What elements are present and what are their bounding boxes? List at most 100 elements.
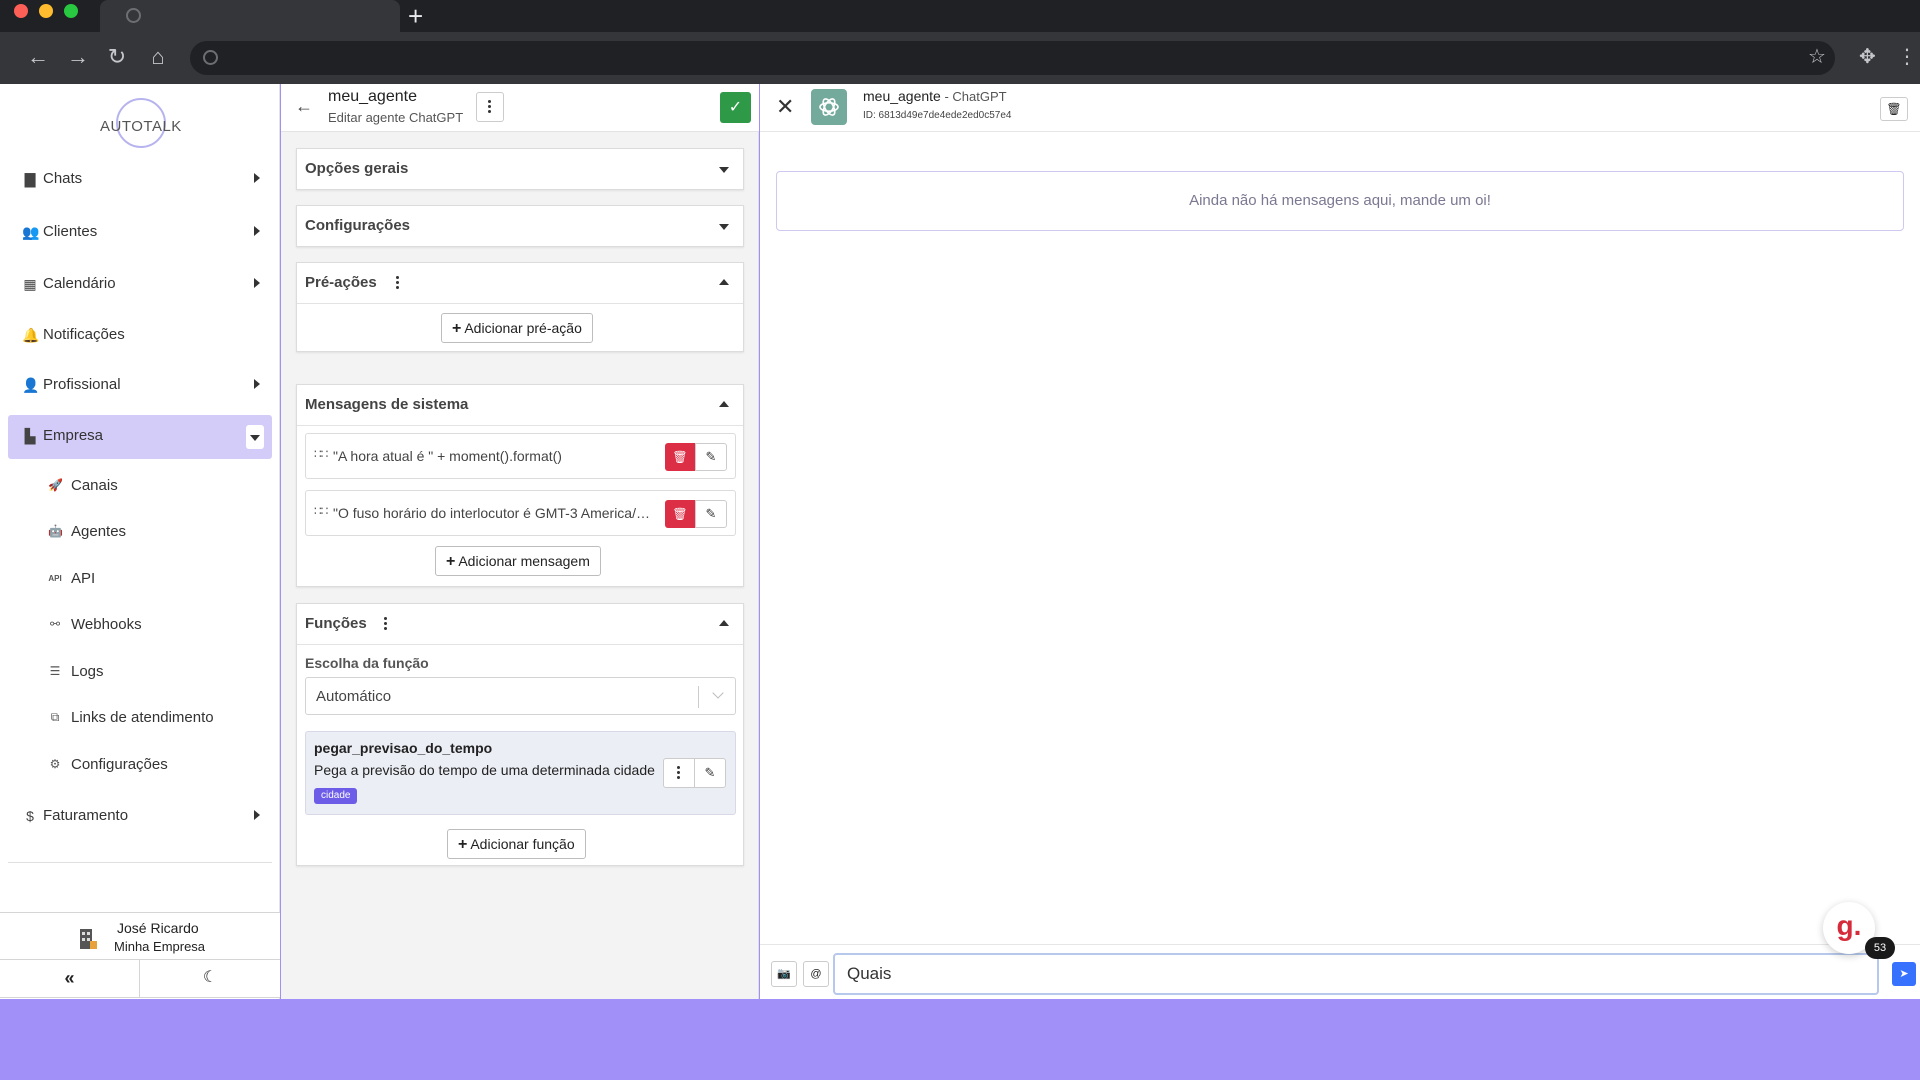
- browser-menu-icon[interactable]: ⋮: [1897, 44, 1917, 70]
- close-icon[interactable]: ✕: [776, 94, 794, 120]
- send-button[interactable]: ➤: [1892, 962, 1916, 986]
- delete-message-button[interactable]: 🗑: [665, 443, 695, 471]
- kebab-icon[interactable]: [384, 617, 388, 631]
- add-message-button[interactable]: + Adicionar mensagem: [435, 546, 601, 576]
- section-settings-header[interactable]: Configurações: [297, 206, 743, 246]
- users-icon: 👥: [22, 224, 40, 240]
- section-system-messages: Mensagens de sistema ∷∷ "A hora atual é …: [296, 384, 744, 587]
- sidebar-item-notificacoes[interactable]: 🔔 Notificações: [8, 314, 272, 358]
- function-name: pegar_previsao_do_tempo: [314, 740, 493, 756]
- send-icon: ➤: [1899, 968, 1909, 980]
- window-minimize-button[interactable]: [39, 4, 53, 18]
- section-title: Mensagens de sistema: [305, 396, 469, 413]
- section-body: Escolha da função Automático pegar_previ…: [297, 644, 743, 866]
- save-button[interactable]: ✓: [720, 92, 751, 123]
- function-param-badge: cidade: [314, 788, 358, 804]
- window-maximize-button[interactable]: [64, 4, 78, 18]
- home-icon[interactable]: ⌂: [144, 43, 172, 71]
- clear-chat-button[interactable]: 🗑: [1880, 97, 1908, 121]
- webhook-icon: ⚯: [49, 617, 61, 631]
- back-arrow-icon[interactable]: ←: [295, 96, 313, 117]
- kebab-icon[interactable]: [396, 276, 400, 290]
- sidebar-item-calendario[interactable]: ▦ Calendário: [8, 263, 272, 307]
- sidebar-subitem-label: Webhooks: [71, 616, 142, 633]
- robot-icon: 🤖: [48, 524, 63, 538]
- address-bar[interactable]: [190, 41, 1835, 75]
- edit-message-button[interactable]: ✎: [695, 443, 727, 471]
- sidebar: AUTOTALK ▇ Chats 👥 Clientes ▦ Calendário…: [0, 84, 280, 999]
- trash-icon: 🗑: [672, 507, 688, 521]
- user-profile[interactable]: José Ricardo Minha Empresa: [0, 912, 280, 960]
- dark-mode-toggle[interactable]: ☾: [140, 960, 280, 997]
- chat-agent-name: meu_agente: [863, 88, 941, 104]
- forward-icon[interactable]: →: [64, 43, 92, 71]
- grammarly-count: 53: [1865, 937, 1895, 959]
- sidebar-subitem-label: Configurações: [71, 756, 168, 773]
- drag-handle-icon[interactable]: ∷∷: [314, 447, 328, 461]
- caret-right-icon: [254, 810, 260, 820]
- sidebar-item-empresa[interactable]: ▙ Empresa: [8, 415, 272, 459]
- kebab-icon: [488, 100, 492, 114]
- delete-message-button[interactable]: 🗑: [665, 500, 695, 528]
- chat-panel: ✕ meu_agente - ChatGPT ID: 6813d49e7de4e…: [760, 84, 1920, 999]
- chat-bubble-icon: ▇: [24, 171, 36, 187]
- browser-tab[interactable]: [100, 0, 400, 32]
- trash-icon: 🗑: [1886, 102, 1902, 116]
- edit-message-button[interactable]: ✎: [695, 500, 727, 528]
- system-message-text: "O fuso horário do interlocutor é GMT-3 …: [333, 505, 653, 521]
- section-general-header[interactable]: Opções gerais: [297, 149, 743, 189]
- back-icon[interactable]: ←: [24, 43, 52, 71]
- building-icon: ▙: [24, 428, 36, 444]
- new-tab-button[interactable]: +: [408, 1, 423, 31]
- reload-icon[interactable]: ↻: [103, 43, 131, 71]
- sidebar-item-label: Chats: [43, 170, 83, 187]
- sidebar-item-label: Empresa: [43, 427, 104, 444]
- select-separator: [698, 686, 699, 708]
- sidebar-item-profissional[interactable]: 👤 Profissional: [8, 364, 272, 408]
- section-system-messages-header[interactable]: Mensagens de sistema: [297, 385, 743, 425]
- collapse-toggle-button[interactable]: [246, 425, 264, 449]
- autotalk-logo[interactable]: AUTOTALK: [100, 98, 181, 148]
- pencil-icon: ✎: [705, 506, 717, 521]
- sidebar-subitem-label: API: [71, 570, 96, 587]
- function-options-button[interactable]: [663, 758, 695, 788]
- extensions-icon[interactable]: ✥: [1859, 44, 1876, 70]
- function-description: Pega a previsão do tempo de uma determin…: [314, 762, 655, 778]
- sidebar-divider: [8, 862, 272, 863]
- message-input[interactable]: Quais: [833, 953, 1879, 995]
- background-band: [0, 999, 1920, 1080]
- add-function-button[interactable]: + Adicionar função: [447, 829, 586, 859]
- collapse-sidebar-button[interactable]: «: [0, 960, 140, 997]
- browser-toolbar: ← → ↻ ⌂ ☆ ✥ ⋮: [0, 32, 1920, 84]
- sidebar-item-faturamento[interactable]: $ Faturamento: [8, 795, 272, 839]
- calendar-icon: ▦: [23, 276, 37, 292]
- bookmark-star-icon[interactable]: ☆: [1808, 44, 1826, 70]
- add-pre-action-button[interactable]: + Adicionar pré-ação: [441, 313, 593, 343]
- system-message-row: ∷∷ "O fuso horário do interlocutor é GMT…: [305, 490, 736, 536]
- section-functions-header[interactable]: Funções: [297, 604, 743, 644]
- drag-handle-icon[interactable]: ∷∷: [314, 504, 328, 518]
- plus-icon: +: [446, 553, 456, 570]
- globe-icon: [203, 50, 218, 65]
- chat-composer: 📷 @ Quais ➤: [760, 944, 1920, 999]
- button-label: Adicionar pré-ação: [464, 320, 582, 336]
- sidebar-item-clientes[interactable]: 👥 Clientes: [8, 211, 272, 255]
- section-body: + Adicionar pré-ação: [297, 303, 743, 352]
- check-icon: ✓: [728, 99, 743, 116]
- window-close-button[interactable]: [14, 4, 28, 18]
- external-link-icon: ⧉: [50, 710, 60, 724]
- attachment-button[interactable]: @: [803, 961, 829, 987]
- function-choice-select[interactable]: Automático: [305, 677, 736, 715]
- agent-options-button[interactable]: [476, 92, 504, 122]
- sidebar-item-chats[interactable]: ▇ Chats: [8, 158, 272, 202]
- caret-right-icon: [254, 278, 260, 288]
- section-functions: Funções Escolha da função Automático peg…: [296, 603, 744, 866]
- agent-editor-panel: ← meu_agente Editar agente ChatGPT ✓ Opç…: [281, 84, 759, 999]
- bell-icon: 🔔: [22, 327, 40, 343]
- camera-button[interactable]: 📷: [771, 961, 797, 987]
- function-item: pegar_previsao_do_tempo Pega a previsão …: [305, 731, 736, 815]
- section-pre-actions-header[interactable]: Pré-ações: [297, 263, 743, 303]
- kebab-icon: [677, 766, 681, 780]
- edit-function-button[interactable]: ✎: [694, 758, 726, 788]
- chatgpt-logo-icon: [811, 89, 847, 125]
